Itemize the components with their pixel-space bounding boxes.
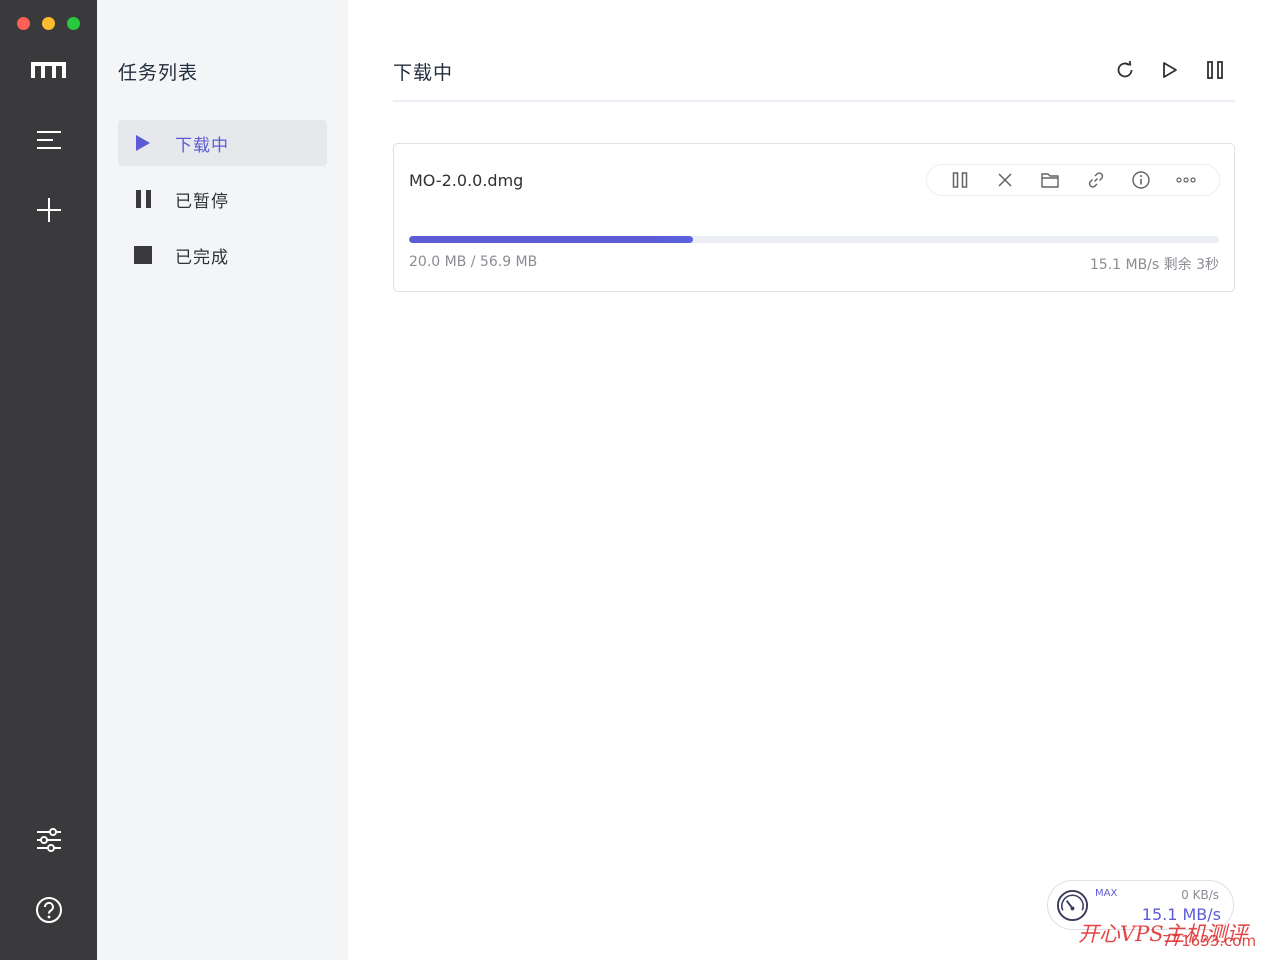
plus-icon — [36, 197, 61, 222]
refresh-icon — [1117, 60, 1133, 78]
refresh-button[interactable] — [1113, 58, 1137, 82]
nav-rail — [0, 0, 97, 960]
task-pause-button[interactable] — [947, 167, 973, 193]
link-icon — [1088, 172, 1103, 188]
watermark-site: 771633.com — [1162, 932, 1257, 950]
pause-outline-icon — [1207, 61, 1223, 79]
info-icon — [1132, 171, 1150, 189]
task-copy-link-button[interactable] — [1083, 167, 1109, 193]
sidebar-item-paused[interactable]: 已暂停 — [118, 176, 327, 222]
page-title: 下载中 — [393, 62, 454, 84]
task-more-button[interactable] — [1173, 167, 1199, 193]
pause-all-button[interactable] — [1203, 58, 1227, 82]
speed-mode-label: MAX — [1095, 888, 1118, 899]
sliders-icon — [36, 827, 61, 852]
window-close-button[interactable] — [17, 17, 30, 30]
task-delete-button[interactable] — [992, 167, 1018, 193]
stop-square-icon — [132, 244, 154, 266]
preferences-button[interactable] — [28, 819, 69, 860]
resume-all-button[interactable] — [1158, 58, 1182, 82]
task-list-sidebar: 任务列表 下载中 已暂停 已完成 — [97, 0, 348, 960]
task-actions — [926, 164, 1220, 196]
sidebar-item-completed[interactable]: 已完成 — [118, 232, 327, 278]
menu-lines-icon — [36, 130, 61, 149]
new-task-button[interactable] — [28, 189, 69, 230]
window-minimize-button[interactable] — [42, 17, 55, 30]
folder-icon — [1041, 173, 1060, 188]
task-progress-fill — [409, 236, 693, 243]
more-dots-icon — [1176, 177, 1196, 183]
pause-icon — [132, 188, 154, 210]
sidebar-title: 任务列表 — [118, 62, 199, 84]
sidebar-item-label: 下载中 — [175, 135, 229, 156]
close-icon — [998, 173, 1012, 187]
question-circle-icon — [35, 896, 62, 923]
help-button[interactable] — [28, 889, 69, 930]
upload-speed: 0 KB/s — [1181, 888, 1219, 902]
play-outline-icon — [1163, 62, 1177, 78]
window-zoom-button[interactable] — [67, 17, 80, 30]
task-speed-remaining: 15.1 MB/s 剩余 3秒 — [1089, 257, 1219, 273]
task-open-folder-button[interactable] — [1037, 167, 1063, 193]
motrix-logo-icon — [28, 49, 69, 90]
sidebar-item-downloading[interactable]: 下载中 — [118, 120, 327, 166]
task-progress-bar — [409, 236, 1219, 243]
task-file-name: MO-2.0.0.dmg — [409, 171, 524, 190]
task-list-menu-button[interactable] — [28, 119, 69, 160]
sidebar-item-label: 已完成 — [175, 247, 229, 268]
task-info-button[interactable] — [1128, 167, 1154, 193]
task-card[interactable]: MO-2.0.0.dmg 20.0 MB / 56.9 MB 15.1 MB/s… — [393, 143, 1235, 292]
sidebar-item-label: 已暂停 — [175, 191, 229, 212]
pause-outline-icon — [952, 172, 967, 188]
play-icon — [132, 132, 154, 154]
header-divider — [393, 100, 1235, 102]
task-size: 20.0 MB / 56.9 MB — [409, 254, 538, 270]
